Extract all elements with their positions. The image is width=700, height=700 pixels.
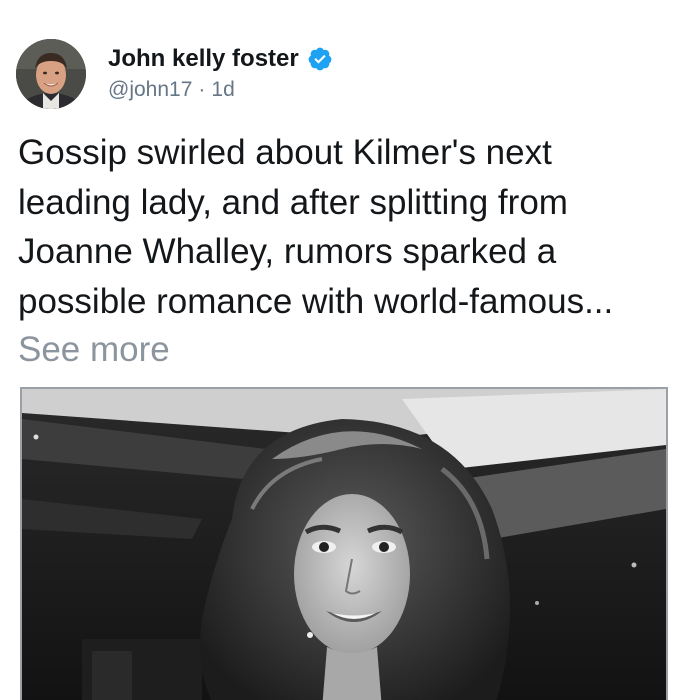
- avatar-image: [16, 39, 86, 109]
- meta-separator: ·: [198, 78, 206, 101]
- post-photo[interactable]: [20, 387, 668, 700]
- verified-badge-icon: [307, 46, 333, 72]
- photo-image: [22, 389, 666, 700]
- author-identity: John kelly foster @john17 · 1d: [108, 44, 333, 104]
- see-more-link[interactable]: See more: [18, 325, 170, 375]
- avatar[interactable]: [16, 39, 86, 109]
- author-handle[interactable]: @john17: [108, 78, 192, 102]
- post-timestamp[interactable]: 1d: [211, 78, 234, 102]
- post-card: John kelly foster @john17 · 1d Gossip sw…: [0, 0, 700, 700]
- post-text: Gossip swirled about Kilmer's next leadi…: [18, 133, 614, 321]
- name-row: John kelly foster: [108, 44, 333, 74]
- author-display-name[interactable]: John kelly foster: [108, 45, 299, 73]
- post-header: John kelly foster @john17 · 1d: [16, 38, 333, 110]
- author-meta: @john17 · 1d: [108, 76, 333, 104]
